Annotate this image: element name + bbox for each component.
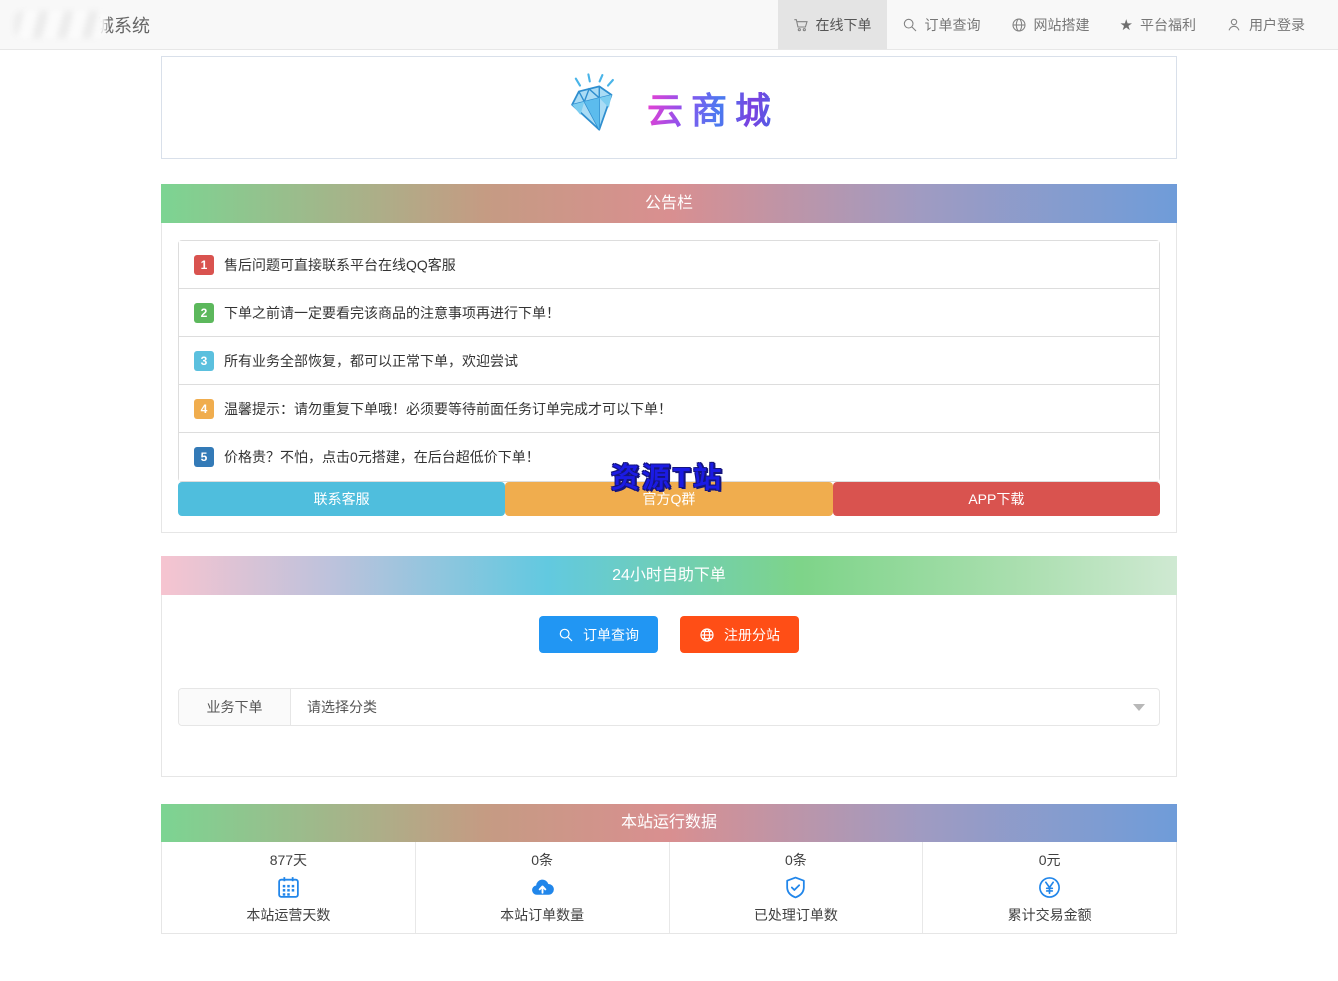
globe-icon xyxy=(699,627,715,643)
user-icon xyxy=(1226,17,1242,33)
star-icon: ★ xyxy=(1120,16,1133,34)
selfservice-header: 24小时自助下单 xyxy=(161,556,1177,595)
selfservice-panel: 订单查询 注册分站 业务下单 请选择分类 xyxy=(161,595,1177,777)
register-substation-label: 注册分站 xyxy=(724,625,780,645)
notice-number-badge: 4 xyxy=(194,399,214,419)
shield-check-icon xyxy=(783,875,808,900)
logo-card: 云商城 xyxy=(161,56,1177,159)
stat-value: 0条 xyxy=(531,850,553,870)
stat-label: 本站订单数量 xyxy=(500,905,584,925)
nav-item-label: 用户登录 xyxy=(1249,15,1305,35)
nav-item-site-build[interactable]: 网站搭建 xyxy=(996,0,1105,49)
stat-value: 0元 xyxy=(1039,850,1061,870)
notice-row: 1 售后问题可直接联系平台在线QQ客服 xyxy=(179,241,1159,289)
stat-label: 累计交易金额 xyxy=(1008,905,1092,925)
nav-item-online-order[interactable]: 在线下单 xyxy=(778,0,887,49)
notice-text: 温馨提示：请勿重复下单哦！必须要等待前面任务订单完成才可以下单！ xyxy=(224,399,672,419)
globe-icon xyxy=(1011,17,1027,33)
main-nav: 在线下单 订单查询 网站搭建 ★ 平台福利 用户登录 xyxy=(778,0,1320,49)
contact-support-button[interactable]: 联系客服 xyxy=(178,482,505,516)
nav-item-label: 在线下单 xyxy=(816,15,872,35)
stat-order-count: 0条 本站订单数量 xyxy=(416,842,670,933)
notice-list: 1 售后问题可直接联系平台在线QQ客服 2 下单之前请一定要看完该商品的注意事项… xyxy=(178,240,1160,482)
notice-number-badge: 2 xyxy=(194,303,214,323)
diamond-icon xyxy=(559,73,629,143)
business-order-label: 业务下单 xyxy=(179,689,291,725)
nav-item-user-login[interactable]: 用户登录 xyxy=(1211,0,1320,49)
stat-total-amount: 0元 累计交易金额 xyxy=(923,842,1176,933)
category-select-placeholder: 请选择分类 xyxy=(307,697,377,717)
business-order-form: 业务下单 请选择分类 xyxy=(178,688,1160,726)
stat-operating-days: 877天 本站运营天数 xyxy=(162,842,416,933)
cloud-upload-icon xyxy=(530,875,555,900)
nav-item-order-query[interactable]: 订单查询 xyxy=(887,0,996,49)
page-container: 云商城 公告栏 1 售后问题可直接联系平台在线QQ客服 2 下单之前请一定要看完… xyxy=(161,56,1177,934)
stat-value: 0条 xyxy=(785,850,807,870)
search-icon xyxy=(902,17,918,33)
watermark-text: 资源T站 xyxy=(611,456,724,496)
order-query-button[interactable]: 订单查询 xyxy=(539,616,658,653)
yuan-circle-icon xyxy=(1037,875,1062,900)
nav-item-label: 网站搭建 xyxy=(1034,15,1090,35)
selfservice-actions: 订单查询 注册分站 xyxy=(162,595,1176,653)
notice-number-badge: 5 xyxy=(194,447,214,467)
announcement-section: 公告栏 1 售后问题可直接联系平台在线QQ客服 2 下单之前请一定要看完该商品的… xyxy=(161,184,1177,533)
announcement-header: 公告栏 xyxy=(161,184,1177,223)
notice-row: 4 温馨提示：请勿重复下单哦！必须要等待前面任务订单完成才可以下单！ xyxy=(179,385,1159,433)
search-icon xyxy=(558,627,574,643)
order-query-label: 订单查询 xyxy=(583,625,639,645)
logo-text: 云商城 xyxy=(647,82,779,134)
notice-row: 3 所有业务全部恢复，都可以正常下单，欢迎尝试 xyxy=(179,337,1159,385)
calendar-icon xyxy=(276,875,301,900)
nav-item-label: 平台福利 xyxy=(1140,15,1196,35)
brand-blur-patch xyxy=(14,11,106,38)
stat-label: 已处理订单数 xyxy=(754,905,838,925)
register-substation-button[interactable]: 注册分站 xyxy=(680,616,799,653)
cart-icon xyxy=(793,17,809,33)
notice-text: 价格贵？不怕，点击0元搭建，在后台超低价下单！ xyxy=(224,447,540,467)
stat-processed-orders: 0条 已处理订单数 xyxy=(670,842,924,933)
stats-header: 本站运行数据 xyxy=(161,804,1177,842)
selfservice-section: 24小时自助下单 订单查询 注册分站 业务下单 请选择分类 xyxy=(161,556,1177,777)
notice-text: 售后问题可直接联系平台在线QQ客服 xyxy=(224,255,456,275)
chevron-down-icon xyxy=(1133,704,1145,711)
category-select[interactable]: 请选择分类 xyxy=(291,689,1159,725)
notice-number-badge: 1 xyxy=(194,255,214,275)
nav-item-platform-benefits[interactable]: ★ 平台福利 xyxy=(1105,0,1211,49)
site-brand: 城系统 xyxy=(14,0,150,49)
nav-item-label: 订单查询 xyxy=(925,15,981,35)
stat-value: 877天 xyxy=(270,850,307,870)
notice-text: 所有业务全部恢复，都可以正常下单，欢迎尝试 xyxy=(224,351,518,371)
notice-row: 2 下单之前请一定要看完该商品的注意事项再进行下单！ xyxy=(179,289,1159,337)
notice-text: 下单之前请一定要看完该商品的注意事项再进行下单！ xyxy=(224,303,560,323)
app-download-button[interactable]: APP下载 xyxy=(833,482,1160,516)
notice-number-badge: 3 xyxy=(194,351,214,371)
stats-section: 本站运行数据 877天 本站运营天数 xyxy=(161,804,1177,934)
stats-panel: 877天 本站运营天数 0条 xyxy=(161,842,1177,934)
top-navbar: 城系统 在线下单 订单查询 网站搭建 ★ 平台福利 用户登录 xyxy=(0,0,1338,50)
stat-label: 本站运营天数 xyxy=(246,905,330,925)
